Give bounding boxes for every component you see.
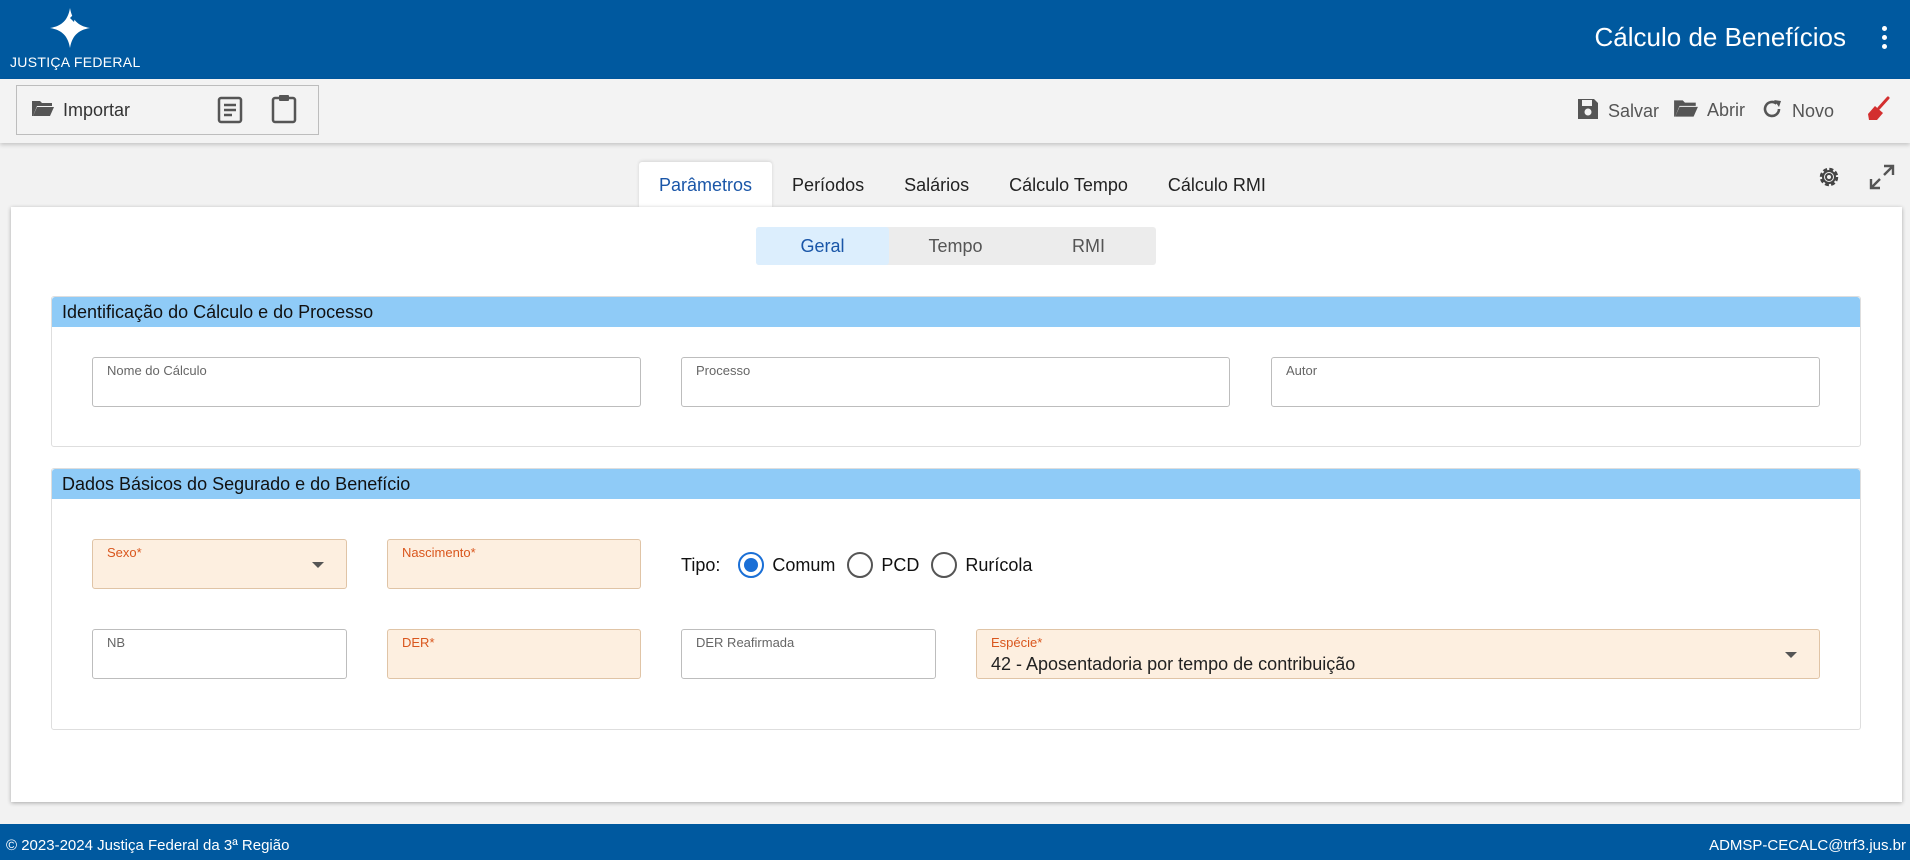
save-label: Salvar <box>1608 101 1660 121</box>
app-header: JUSTIÇA FEDERAL Cálculo de Benefícios <box>0 0 1910 79</box>
tab-parametros[interactable]: Parâmetros <box>639 162 773 208</box>
radio-label: Comum <box>772 554 836 575</box>
calculation-name-field[interactable]: Nome do Cálculo <box>92 357 641 407</box>
radio-empty-icon <box>931 552 958 578</box>
nb-field[interactable]: NB <box>92 629 347 679</box>
clipboard-icon <box>271 94 297 129</box>
logo-text: JUSTIÇA FEDERAL <box>10 54 141 70</box>
field-label: Nascimento* <box>402 545 476 560</box>
import-group: Importar <box>16 85 319 135</box>
radio-ruricola[interactable]: Rurícola <box>931 552 1032 578</box>
subtab-tempo[interactable]: Tempo <box>889 227 1022 265</box>
clipboard-button[interactable] <box>271 94 297 129</box>
birth-date-field[interactable]: Nascimento* <box>387 539 641 589</box>
open-label: Abrir <box>1707 100 1746 120</box>
tab-calculo-rmi[interactable]: Cálculo RMI <box>1148 162 1286 208</box>
clear-button[interactable] <box>1866 96 1892 127</box>
tab-periodos[interactable]: Períodos <box>772 162 884 208</box>
gear-icon[interactable] <box>1816 164 1842 195</box>
floppy-disk-icon <box>1576 97 1600 126</box>
field-label: DER* <box>402 635 435 650</box>
type-radio-group: Tipo: Comum PCD Rurícola <box>681 550 1044 580</box>
logo-emblem-icon <box>50 8 90 48</box>
contact-email: ADMSP-CECALC@trf3.jus.br <box>1709 837 1906 854</box>
field-label: NB <box>107 635 126 650</box>
new-label: Novo <box>1792 101 1835 121</box>
field-label: Autor <box>1286 363 1318 378</box>
basic-data-section: Dados Básicos do Segurado e do Benefício <box>51 468 1861 730</box>
refresh-icon <box>1760 97 1784 126</box>
radio-label: Rurícola <box>965 554 1033 575</box>
der-reafirmada-field[interactable]: DER Reafirmada <box>681 629 936 679</box>
broom-icon <box>1866 96 1892 127</box>
radio-empty-icon <box>847 552 874 578</box>
process-field[interactable]: Processo <box>681 357 1230 407</box>
field-label: Sexo* <box>107 545 142 560</box>
chevron-down-icon <box>1785 652 1797 658</box>
document-list-button[interactable] <box>217 96 243 129</box>
type-label: Tipo: <box>681 554 721 575</box>
radio-pcd[interactable]: PCD <box>847 552 919 578</box>
import-label: Importar <box>63 100 131 120</box>
tab-calculo-tempo[interactable]: Cálculo Tempo <box>989 162 1148 208</box>
main-tabs: Parâmetros Períodos Salários Cálculo Tem… <box>639 162 1286 208</box>
subtab-geral[interactable]: Geral <box>756 227 889 265</box>
app-footer: © 2023-2024 Justiça Federal da 3ª Região… <box>0 824 1910 860</box>
radio-selected-icon <box>738 552 765 578</box>
import-button[interactable]: Importar <box>31 98 130 123</box>
fullscreen-icon[interactable] <box>1869 164 1895 195</box>
section-title: Dados Básicos do Segurado e do Benefício <box>52 469 1860 499</box>
der-field[interactable]: DER* <box>387 629 641 679</box>
tab-salarios[interactable]: Salários <box>884 162 989 208</box>
field-label: DER Reafirmada <box>696 635 795 650</box>
save-button[interactable]: Salvar <box>1576 97 1659 126</box>
subtab-rmi[interactable]: RMI <box>1022 227 1155 265</box>
radio-comum[interactable]: Comum <box>738 552 835 578</box>
field-value: 42 - Aposentadoria por tempo de contribu… <box>991 654 1356 674</box>
field-label: Nome do Cálculo <box>107 363 207 378</box>
folder-open-icon <box>31 98 55 123</box>
copyright-text: © 2023-2024 Justiça Federal da 3ª Região <box>6 837 290 854</box>
app-title: Cálculo de Benefícios <box>1594 22 1846 52</box>
field-label: Espécie* <box>991 635 1043 650</box>
justica-federal-logo: JUSTIÇA FEDERAL <box>10 8 140 72</box>
open-button[interactable]: Abrir <box>1673 97 1745 124</box>
chevron-down-icon <box>312 562 324 568</box>
folder-open-icon <box>1673 97 1699 124</box>
section-title: Identificação do Cálculo e do Processo <box>52 297 1860 327</box>
field-label: Processo <box>696 363 751 378</box>
especie-select[interactable]: Espécie* 42 - Aposentadoria por tempo de… <box>976 629 1820 679</box>
sub-tabs: Geral Tempo RMI <box>756 227 1156 265</box>
sex-select[interactable]: Sexo* <box>92 539 347 589</box>
document-list-icon <box>217 96 243 129</box>
author-field[interactable]: Autor <box>1271 357 1820 407</box>
new-button[interactable]: Novo <box>1760 97 1834 126</box>
kebab-menu-icon[interactable] <box>1878 26 1890 54</box>
radio-label: PCD <box>881 554 920 575</box>
toolbar: Importar Salvar Abrir Novo <box>0 79 1910 143</box>
